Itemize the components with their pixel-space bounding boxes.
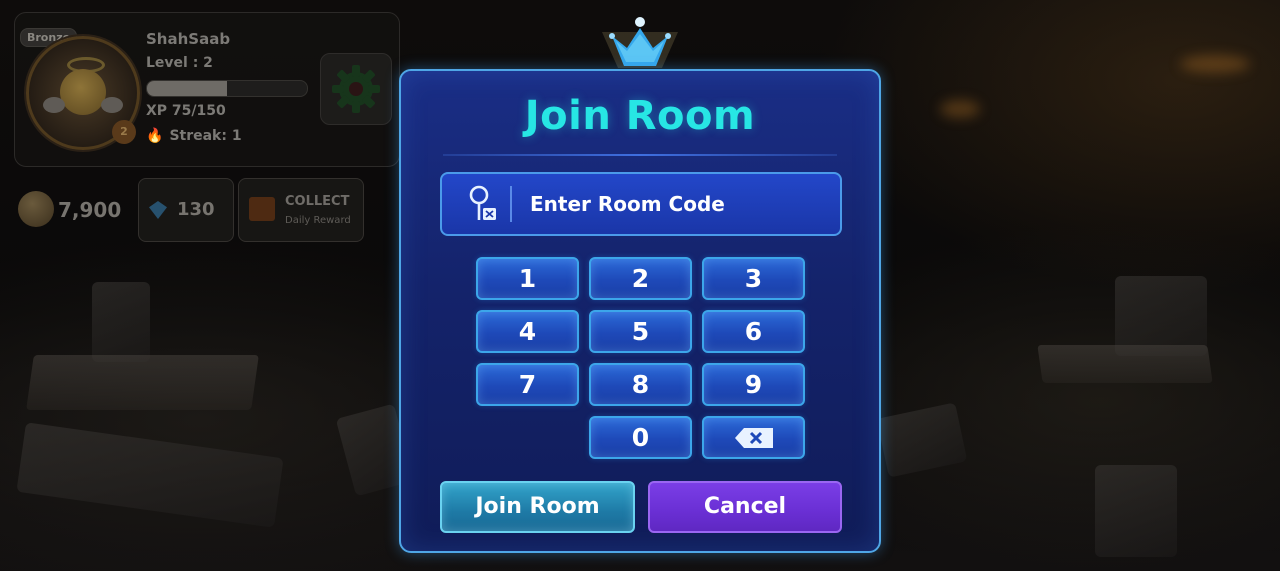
card-deck [26,355,259,410]
table-card [1095,465,1177,557]
key-0[interactable]: 0 [589,416,692,459]
gem-balance: 130 [177,199,215,220]
level-badge: 2 [112,120,136,144]
wing-icon [101,97,123,113]
key-5[interactable]: 5 [589,310,692,353]
ceiling-light [1180,55,1250,73]
gem-counter[interactable]: 130 [138,178,234,242]
field-separator [510,186,512,222]
avatar-face [60,69,106,115]
xp-progress-bar [146,80,308,97]
table-card [16,422,284,528]
streak-label: Streak: 1 [169,128,242,144]
gift-icon [249,197,275,221]
player-level: Level : 2 [146,55,213,71]
table-card [876,402,968,478]
table-card [1115,276,1207,356]
coin-icon [18,191,54,227]
key-3[interactable]: 3 [702,257,805,300]
dialog-title: Join Room [524,93,756,139]
crown-icon [602,17,678,68]
player-name: ShahSaab [146,30,231,48]
title-divider [443,154,837,156]
key-9[interactable]: 9 [702,363,805,406]
player-streak: 🔥 Streak: 1 [146,128,242,144]
key-1[interactable]: 1 [476,257,579,300]
gear-icon [332,65,380,113]
key-8[interactable]: 8 [589,363,692,406]
numeric-keypad: 1 2 3 4 5 6 7 8 9 0 [476,257,806,461]
collect-reward-button[interactable]: COLLECT Daily Reward [238,178,364,242]
table-card [92,282,150,362]
gem-icon [149,201,167,219]
join-room-dialog: Join Room 1 2 3 4 5 6 7 8 9 0 Join Room … [399,69,881,553]
room-code-input[interactable] [530,192,840,216]
key-7[interactable]: 7 [476,363,579,406]
xp-progress-fill [147,81,227,96]
cancel-button[interactable]: Cancel [648,481,842,533]
collect-sublabel: Daily Reward [285,215,351,226]
key-6[interactable]: 6 [702,310,805,353]
key-icon [469,185,496,220]
coin-balance: 7,900 [58,198,122,222]
key-4[interactable]: 4 [476,310,579,353]
backspace-icon [734,427,773,448]
room-code-field[interactable] [440,172,842,236]
flame-icon: 🔥 [146,128,164,144]
ceiling-light [940,100,980,118]
backspace-button[interactable] [702,416,805,459]
join-room-button[interactable]: Join Room [440,481,635,533]
key-2[interactable]: 2 [589,257,692,300]
collect-label: COLLECT [285,194,350,209]
player-xp: XP 75/150 [146,103,226,119]
wing-icon [43,97,65,113]
card-deck [1037,345,1213,383]
settings-button[interactable] [320,53,392,125]
